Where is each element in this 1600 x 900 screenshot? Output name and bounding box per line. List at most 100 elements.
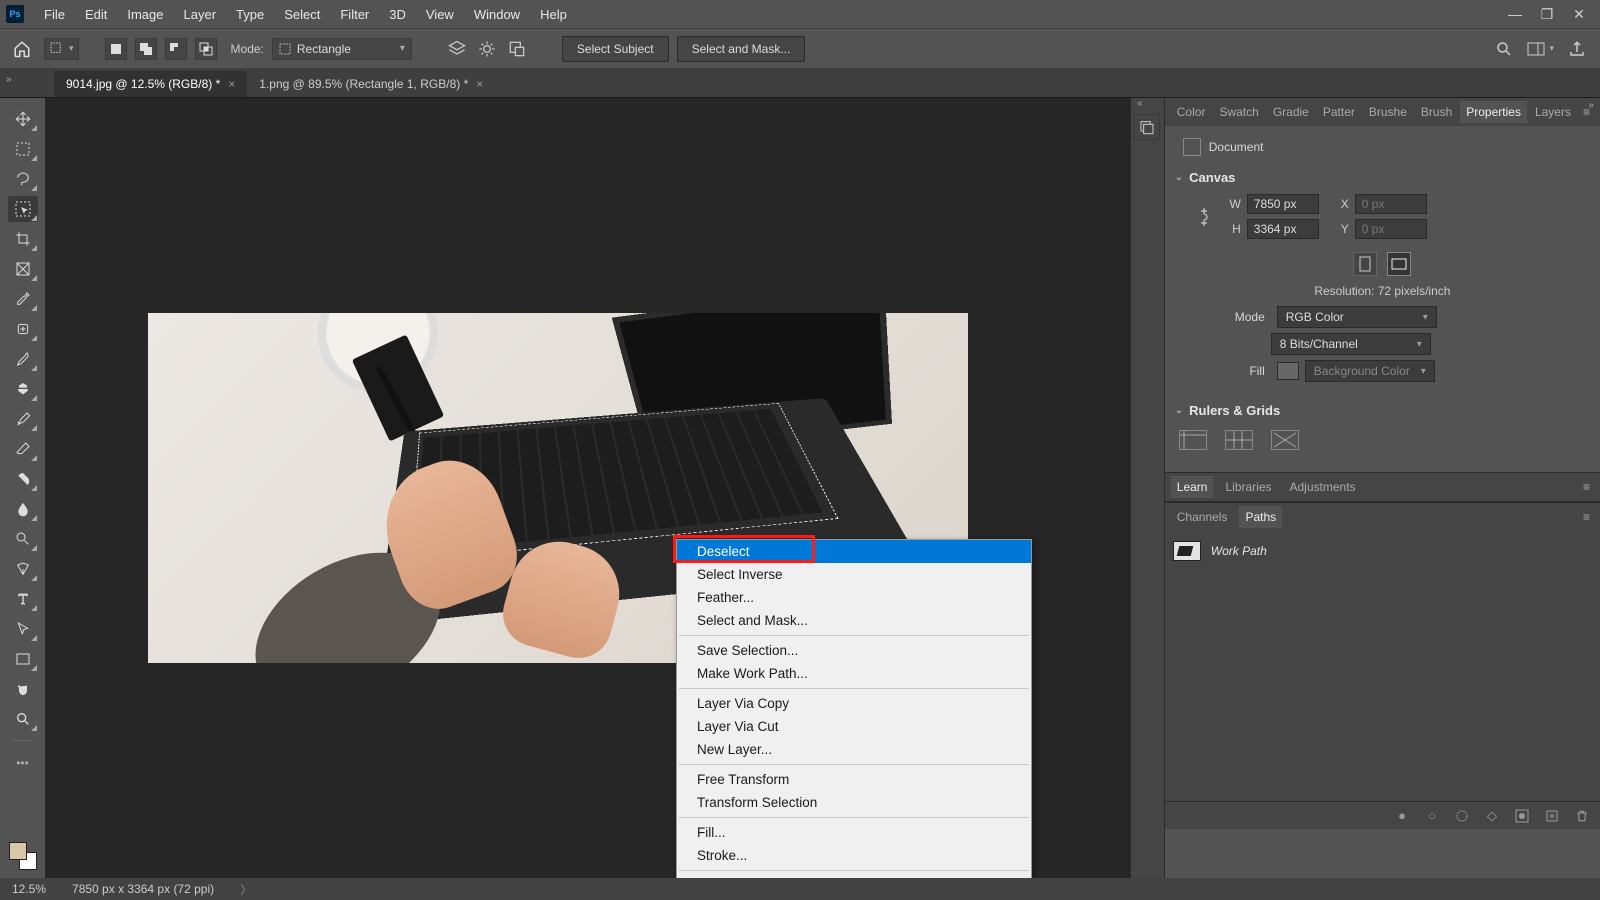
close-icon[interactable]: ×: [228, 77, 235, 91]
ctx-select-inverse[interactable]: Select Inverse: [677, 563, 1031, 586]
status-caret-icon[interactable]: 〉: [240, 881, 252, 898]
mode-select[interactable]: Rectangle: [272, 38, 412, 60]
home-button[interactable]: [8, 35, 36, 63]
object-selection-tool[interactable]: [8, 196, 38, 222]
document-dimensions[interactable]: 7850 px x 3364 px (72 ppi): [72, 882, 214, 896]
restore-button[interactable]: ❐: [1540, 7, 1554, 21]
minimize-button[interactable]: —: [1508, 7, 1522, 21]
sample-all-layers-icon[interactable]: [446, 38, 468, 60]
close-button[interactable]: ✕: [1572, 7, 1586, 21]
make-work-path-icon[interactable]: ◇: [1484, 808, 1500, 824]
close-icon[interactable]: ×: [476, 77, 483, 91]
lasso-tool[interactable]: [8, 166, 38, 192]
path-selection-tool[interactable]: [8, 616, 38, 642]
tab-brush-settings[interactable]: Brush: [1415, 101, 1458, 123]
menu-view[interactable]: View: [416, 3, 464, 26]
color-mode-select[interactable]: RGB Color: [1277, 306, 1437, 328]
edit-toolbar-icon[interactable]: •••: [8, 750, 38, 776]
tab-channels[interactable]: Channels: [1171, 506, 1234, 528]
ctx-stroke[interactable]: Stroke...: [677, 844, 1031, 867]
document-tab-2[interactable]: 1.png @ 89.5% (Rectangle 1, RGB/8) * ×: [247, 71, 495, 97]
portrait-button[interactable]: [1353, 252, 1377, 276]
ctx-new-layer[interactable]: New Layer...: [677, 738, 1031, 761]
stroke-path-icon[interactable]: ○: [1424, 808, 1440, 824]
menu-file[interactable]: File: [34, 3, 75, 26]
tab-color[interactable]: Color: [1171, 101, 1212, 123]
frame-tool[interactable]: [8, 256, 38, 282]
tab-libraries[interactable]: Libraries: [1219, 476, 1277, 498]
menu-layer[interactable]: Layer: [174, 3, 227, 26]
healing-brush-tool[interactable]: [8, 316, 38, 342]
document-tab-1[interactable]: 9014.jpg @ 12.5% (RGB/8) * ×: [54, 71, 247, 97]
menu-filter[interactable]: Filter: [330, 3, 379, 26]
landscape-button[interactable]: [1387, 252, 1411, 276]
ctx-transform-selection[interactable]: Transform Selection: [677, 791, 1031, 814]
add-mask-icon[interactable]: [1514, 808, 1530, 824]
object-finder-icon[interactable]: [506, 38, 528, 60]
tab-gradients[interactable]: Gradie: [1267, 101, 1315, 123]
fill-path-icon[interactable]: ●: [1394, 808, 1410, 824]
clone-stamp-tool[interactable]: [8, 376, 38, 402]
intersect-selection-icon[interactable]: [195, 38, 217, 60]
search-icon[interactable]: [1495, 40, 1513, 58]
guides-icon[interactable]: [1271, 430, 1299, 450]
share-icon[interactable]: [1568, 40, 1586, 58]
canvas-area[interactable]: Deselect Select Inverse Feather... Selec…: [46, 98, 1130, 878]
ctx-layer-via-cut[interactable]: Layer Via Cut: [677, 715, 1031, 738]
menu-edit[interactable]: Edit: [75, 3, 117, 26]
tab-patterns[interactable]: Patter: [1317, 101, 1361, 123]
path-item-work-path[interactable]: Work Path: [1171, 537, 1594, 565]
new-path-icon[interactable]: [1544, 808, 1560, 824]
width-field[interactable]: 7850 px: [1247, 194, 1319, 214]
ctx-layer-via-copy[interactable]: Layer Via Copy: [677, 692, 1031, 715]
menu-type[interactable]: Type: [226, 3, 274, 26]
collapse-icon[interactable]: »: [1588, 100, 1594, 111]
tab-adjustments[interactable]: Adjustments: [1284, 476, 1362, 498]
ctx-select-and-mask[interactable]: Select and Mask...: [677, 609, 1031, 632]
add-selection-icon[interactable]: [135, 38, 157, 60]
bit-depth-select[interactable]: 8 Bits/Channel: [1271, 333, 1431, 355]
menu-3d[interactable]: 3D: [379, 3, 416, 26]
tab-brushes[interactable]: Brushe: [1363, 101, 1413, 123]
type-tool[interactable]: [8, 586, 38, 612]
panel-menu-icon[interactable]: ≡: [1579, 508, 1594, 526]
menu-select[interactable]: Select: [274, 3, 330, 26]
height-field[interactable]: 3364 px: [1247, 219, 1319, 239]
delete-path-icon[interactable]: [1574, 808, 1590, 824]
fill-select[interactable]: Background Color: [1305, 360, 1435, 382]
foreground-color-swatch[interactable]: [9, 842, 27, 860]
load-path-selection-icon[interactable]: [1454, 808, 1470, 824]
move-tool[interactable]: [8, 106, 38, 132]
pen-tool[interactable]: [8, 556, 38, 582]
eraser-tool[interactable]: [8, 436, 38, 462]
link-icon[interactable]: [1195, 202, 1213, 232]
grid-icon[interactable]: [1225, 430, 1253, 450]
tab-swatches[interactable]: Swatch: [1213, 101, 1264, 123]
blur-tool[interactable]: [8, 496, 38, 522]
tool-preset-picker[interactable]: ▾: [44, 38, 79, 60]
tab-paths[interactable]: Paths: [1239, 506, 1282, 528]
panel-menu-icon[interactable]: ≡: [1579, 478, 1594, 496]
tab-properties[interactable]: Properties: [1460, 101, 1527, 123]
menu-window[interactable]: Window: [464, 3, 530, 26]
menu-image[interactable]: Image: [117, 3, 173, 26]
expand-icon[interactable]: «: [1137, 98, 1143, 109]
zoom-tool[interactable]: [8, 706, 38, 732]
hand-tool[interactable]: [8, 676, 38, 702]
ctx-make-work-path[interactable]: Make Work Path...: [677, 662, 1031, 685]
eyedropper-tool[interactable]: [8, 286, 38, 312]
marquee-tool[interactable]: [8, 136, 38, 162]
ctx-feather[interactable]: Feather...: [677, 586, 1031, 609]
ruler-icon[interactable]: [1179, 430, 1207, 450]
rulers-section-header[interactable]: ⌄Rulers & Grids: [1175, 399, 1590, 422]
tab-learn[interactable]: Learn: [1171, 476, 1214, 498]
workspace-switcher[interactable]: ▾: [1527, 42, 1554, 56]
fill-swatch[interactable]: [1277, 362, 1299, 380]
ctx-free-transform[interactable]: Free Transform: [677, 768, 1031, 791]
color-swatches[interactable]: [9, 842, 37, 870]
select-and-mask-button[interactable]: Select and Mask...: [677, 36, 806, 62]
gradient-tool[interactable]: [8, 466, 38, 492]
select-subject-button[interactable]: Select Subject: [562, 36, 669, 62]
ctx-fill[interactable]: Fill...: [677, 821, 1031, 844]
zoom-level[interactable]: 12.5%: [12, 882, 46, 896]
